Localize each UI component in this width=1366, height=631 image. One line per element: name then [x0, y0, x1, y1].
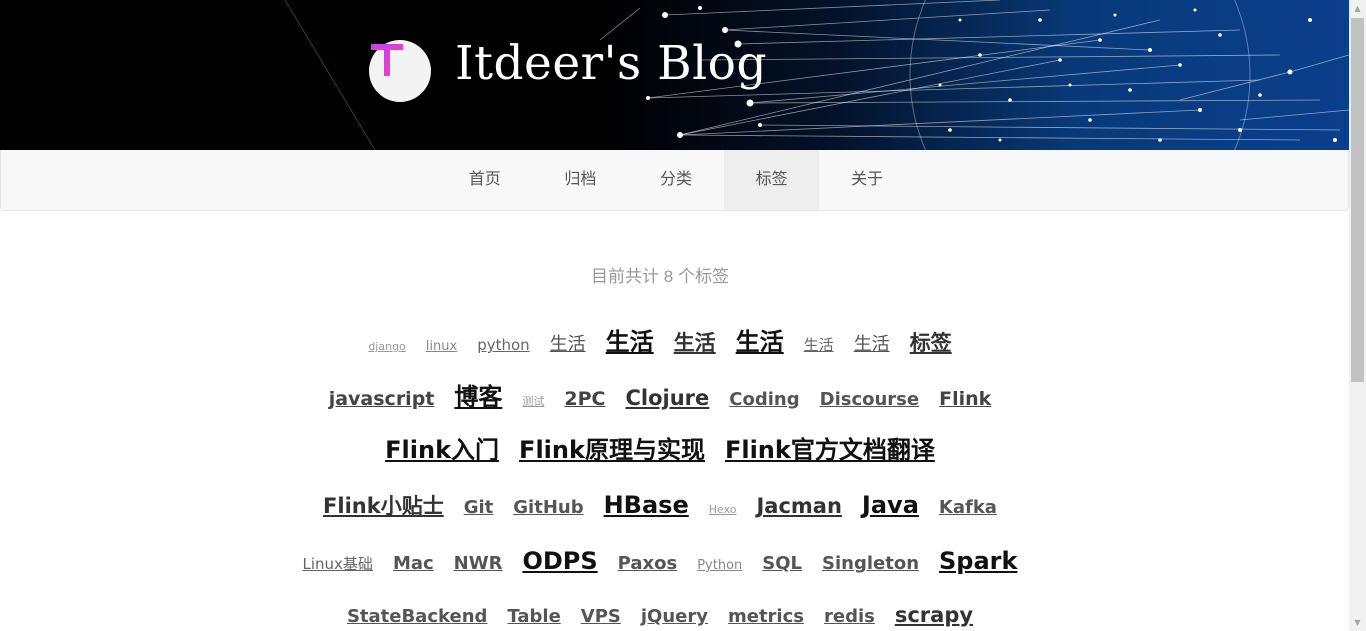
tag-row: Flink入门 Flink原理与实现 Flink官方文档翻译 [0, 430, 1320, 465]
tag-link[interactable]: Python [697, 558, 742, 573]
tag-link[interactable]: scrapy [895, 603, 973, 627]
tag-link[interactable]: 生活 [606, 322, 654, 357]
tag-link[interactable]: 生活 [736, 322, 784, 357]
tag-link[interactable]: Mac [393, 553, 434, 574]
tag-link[interactable]: Kafka [939, 497, 997, 518]
site-title[interactable]: Itdeer's Blog [455, 34, 767, 94]
tag-link[interactable]: Flink入门 [385, 430, 499, 465]
tag-row: django linux python 生活 生活 生活 生活 生活 生活 标签 [0, 322, 1320, 357]
tag-link[interactable]: linux [426, 339, 457, 354]
tag-link[interactable]: Coding [729, 389, 799, 410]
tag-link[interactable]: GitHub [513, 497, 583, 518]
tag-link[interactable]: Flink原理与实现 [519, 430, 705, 465]
tag-link[interactable]: Spark [939, 547, 1017, 575]
tag-link[interactable]: Jacman [756, 494, 841, 518]
tag-row: StateBackend Table VPS jQuery metrics redis sc… [0, 603, 1320, 627]
tag-link[interactable]: Linux基础 [303, 553, 373, 574]
tag-link[interactable]: 生活 [674, 327, 716, 357]
tag-link[interactable]: StateBackend [347, 606, 487, 627]
tag-link[interactable]: SQL [762, 553, 802, 574]
tag-link[interactable]: django [368, 340, 405, 353]
tag-link[interactable]: Git [464, 497, 494, 518]
tag-link[interactable]: redis [824, 606, 875, 627]
tag-link[interactable]: Flink小贴士 [323, 490, 444, 520]
tag-link[interactable]: NWR [454, 553, 503, 574]
tag-link[interactable]: 生活 [804, 334, 834, 355]
tag-link[interactable]: Flink [939, 388, 991, 410]
site-logo[interactable] [369, 40, 431, 102]
tag-row: javascript 博客 测试 2PC Clojure Coding Discourse F… [0, 377, 1320, 412]
tag-link[interactable]: Discourse [820, 389, 919, 410]
tag-link[interactable]: Hexo [709, 503, 737, 516]
tag-link[interactable]: 测试 [522, 393, 544, 409]
tag-link[interactable]: Singleton [822, 553, 919, 574]
tag-row: Linux基础 Mac NWR ODPS Paxos Python SQL Singleton… [0, 547, 1320, 575]
scrollbar-thumb[interactable] [1351, 18, 1364, 382]
tag-link[interactable]: 博客 [454, 377, 502, 412]
tag-link[interactable]: jQuery [641, 606, 708, 627]
tag-link[interactable]: Paxos [618, 553, 678, 574]
tag-link[interactable]: Table [507, 606, 560, 627]
page-scrollbar[interactable]: ▲ ▼ [1349, 0, 1366, 631]
nav-item-1[interactable]: 归档 [533, 150, 629, 210]
tag-count-text: 目前共计 8 个标签 [591, 267, 729, 286]
header-banner: Itdeer's Blog [0, 0, 1349, 150]
tag-link[interactable]: VPS [581, 606, 621, 627]
tag-link[interactable]: metrics [728, 606, 804, 627]
tag-link[interactable]: HBase [604, 491, 689, 519]
tag-link[interactable]: 标签 [910, 327, 952, 357]
tag-link[interactable]: 2PC [564, 388, 605, 410]
t-letter-logo-icon [371, 44, 403, 76]
tag-link[interactable]: 生活 [550, 330, 586, 356]
tag-link[interactable]: Flink官方文档翻译 [725, 430, 935, 465]
nav-item-2[interactable]: 分类 [628, 150, 724, 210]
tag-link[interactable]: python [477, 336, 529, 354]
tag-link[interactable]: 生活 [854, 330, 890, 356]
tag-link[interactable]: javascript [329, 388, 435, 410]
main-nav: 首页 归档 分类 标签 关于 [0, 150, 1349, 211]
nav-item-3[interactable]: 标签 [723, 150, 820, 210]
tag-link[interactable]: Clojure [625, 386, 709, 410]
scroll-up-arrow-icon[interactable]: ▲ [1349, 0, 1366, 17]
tag-link[interactable]: ODPS [522, 547, 597, 575]
tag-row: Flink小贴士 Git GitHub HBase Hexo Jacman Java Kafk… [0, 490, 1320, 520]
scroll-down-arrow-icon[interactable]: ▼ [1349, 614, 1366, 631]
nav-item-0[interactable]: 首页 [437, 150, 533, 210]
tag-link[interactable]: Java [862, 491, 919, 519]
nav-item-4[interactable]: 关于 [819, 150, 915, 210]
